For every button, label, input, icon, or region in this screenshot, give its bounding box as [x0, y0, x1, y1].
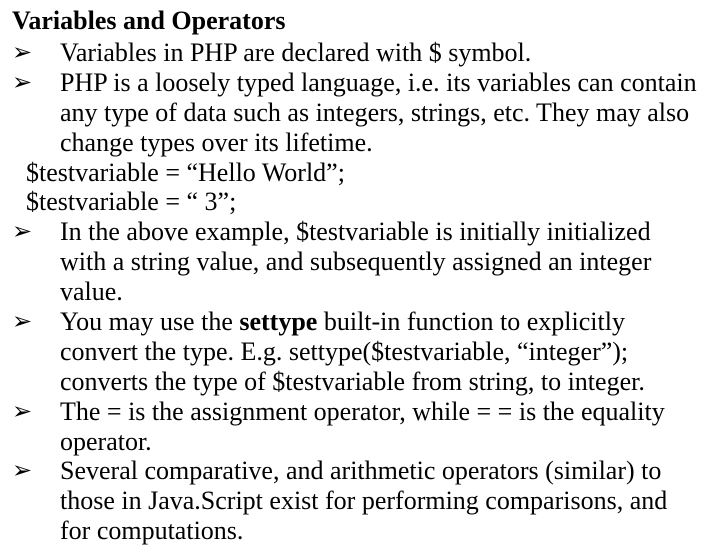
bullet-3-text: In the above example, $testvariable is i… [60, 217, 702, 307]
bullet-4-pre: You may use the [60, 307, 239, 336]
chevron-right-icon: ➢ [12, 456, 60, 486]
bullet-1: ➢ Variables in PHP are declared with $ s… [12, 38, 702, 68]
bullet-4-text: You may use the settype built-in functio… [60, 307, 702, 397]
bullet-5-text: The = is the assignment operator, while … [60, 397, 702, 457]
bullet-3-text-content: In the above example, $testvariable is i… [60, 217, 651, 306]
code-line-2: $testvariable = “ 3”; [12, 187, 702, 217]
code-line-1: $testvariable = “Hello World”; [12, 158, 702, 188]
chevron-right-icon: ➢ [12, 38, 60, 68]
slide-title: Variables and Operators [12, 6, 702, 36]
bullet-6-text: Several comparative, and arithmetic oper… [60, 456, 702, 546]
bullet-6: ➢ Several comparative, and arithmetic op… [12, 456, 702, 546]
bullet-3: ➢ In the above example, $testvariable is… [12, 217, 702, 307]
chevron-right-icon: ➢ [12, 307, 60, 337]
chevron-right-icon: ➢ [12, 397, 60, 427]
slide: Variables and Operators ➢ Variables in P… [0, 0, 720, 540]
chevron-right-icon: ➢ [12, 68, 60, 98]
chevron-right-icon: ➢ [12, 217, 60, 247]
bullet-2: ➢ PHP is a loosely typed language, i.e. … [12, 68, 702, 158]
bullet-4-bold: settype [239, 307, 317, 336]
bullet-1-text: Variables in PHP are declared with $ sym… [60, 38, 702, 68]
bullet-2-text: PHP is a loosely typed language, i.e. it… [60, 68, 702, 158]
bullet-4: ➢ You may use the settype built-in funct… [12, 307, 702, 397]
bullet-5: ➢ The = is the assignment operator, whil… [12, 397, 702, 457]
